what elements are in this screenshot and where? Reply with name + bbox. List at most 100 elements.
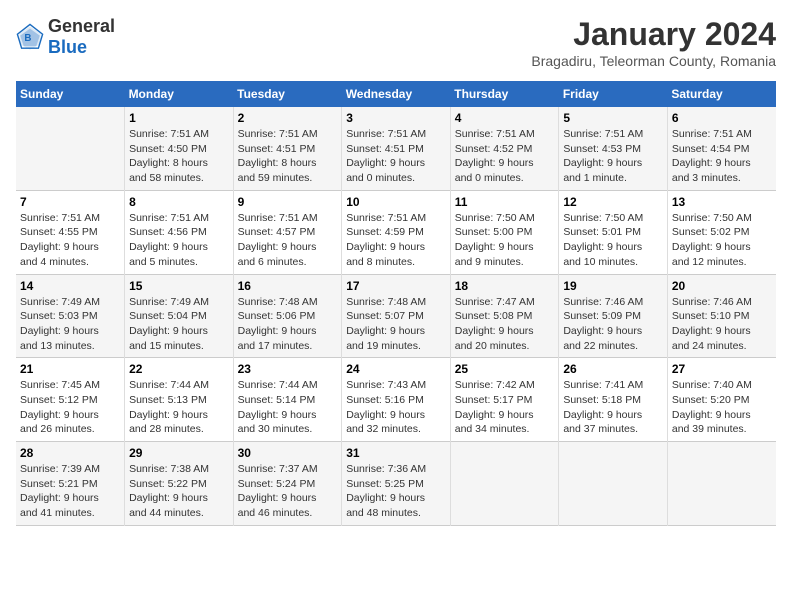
calendar-cell: 30Sunrise: 7:37 AMSunset: 5:24 PMDayligh… [233,442,342,526]
calendar-cell [16,107,125,190]
calendar-cell: 31 Sunrise: 7:36 AMSunset: 5:25 PMDayligh… [342,442,451,526]
day-info: Sunrise: 7:39 AMSunset: 5:21 PMDaylight:… [20,462,120,521]
calendar-cell: 15 Sunrise: 7:49 AMSunset: 5:04 PMDayligh… [125,274,234,358]
day-number: 7 [20,195,120,209]
day-number: 25 [455,362,555,376]
page-header: B General Blue January 2024 Bragadiru, T… [16,16,776,69]
calendar-cell: 19Sunrise: 7:46 AMSunset: 5:09 PMDayligh… [559,274,668,358]
week-row-4: 21Sunrise: 7:45 AMSunset: 5:12 PMDayligh… [16,358,776,442]
weekday-header-thursday: Thursday [450,81,559,107]
calendar-cell: 9 Sunrise: 7:51 AMSunset: 4:57 PMDaylight… [233,190,342,274]
weekday-header-monday: Monday [125,81,234,107]
calendar-cell [450,442,559,526]
weekday-header-saturday: Saturday [667,81,776,107]
day-info: Sunrise: 7:51 AMSunset: 4:55 PMDaylight:… [20,211,120,270]
calendar-cell: 26 Sunrise: 7:41 AMSunset: 5:18 PMDayligh… [559,358,668,442]
day-info: Sunrise: 7:37 AMSunset: 5:24 PMDaylight:… [238,462,338,521]
subtitle: Bragadiru, Teleorman County, Romania [531,53,776,69]
weekday-header-row: SundayMondayTuesdayWednesdayThursdayFrid… [16,81,776,107]
calendar-cell: 23 Sunrise: 7:44 AMSunset: 5:14 PMDayligh… [233,358,342,442]
week-row-1: 1Sunrise: 7:51 AMSunset: 4:50 PMDaylight… [16,107,776,190]
calendar-cell: 17 Sunrise: 7:48 AMSunset: 5:07 PMDayligh… [342,274,451,358]
day-number: 20 [672,279,772,293]
day-info: Sunrise: 7:50 AMSunset: 5:01 PMDaylight:… [563,211,663,270]
main-title: January 2024 [531,16,776,53]
day-info: Sunrise: 7:36 AMSunset: 5:25 PMDaylight:… [346,462,446,521]
day-number: 12 [563,195,663,209]
day-number: 10 [346,195,446,209]
calendar-cell: 13 Sunrise: 7:50 AMSunset: 5:02 PMDayligh… [667,190,776,274]
calendar-cell: 1Sunrise: 7:51 AMSunset: 4:50 PMDaylight… [125,107,234,190]
svg-text:B: B [24,33,31,44]
day-info: Sunrise: 7:48 AMSunset: 5:07 PMDaylight:… [346,295,446,354]
weekday-header-tuesday: Tuesday [233,81,342,107]
day-number: 8 [129,195,229,209]
day-number: 24 [346,362,446,376]
calendar-cell: 25 Sunrise: 7:42 AMSunset: 5:17 PMDayligh… [450,358,559,442]
day-info: Sunrise: 7:42 AMSunset: 5:17 PMDaylight:… [455,378,555,437]
calendar-cell: 2 Sunrise: 7:51 AMSunset: 4:51 PMDaylight… [233,107,342,190]
day-info: Sunrise: 7:48 AMSunset: 5:06 PMDaylight:… [238,295,338,354]
title-area: January 2024 Bragadiru, Teleorman County… [531,16,776,69]
day-number: 5 [563,111,663,125]
day-info: Sunrise: 7:49 AMSunset: 5:04 PMDaylight:… [129,295,229,354]
day-info: Sunrise: 7:49 AMSunset: 5:03 PMDaylight:… [20,295,120,354]
weekday-header-wednesday: Wednesday [342,81,451,107]
calendar-cell: 10 Sunrise: 7:51 AMSunset: 4:59 PMDayligh… [342,190,451,274]
day-number: 19 [563,279,663,293]
day-number: 14 [20,279,120,293]
logo: B General Blue [16,16,115,58]
day-number: 15 [129,279,229,293]
day-info: Sunrise: 7:51 AMSunset: 4:51 PMDaylight:… [238,127,338,186]
weekday-header-friday: Friday [559,81,668,107]
calendar-cell: 12 Sunrise: 7:50 AMSunset: 5:01 PMDayligh… [559,190,668,274]
day-info: Sunrise: 7:47 AMSunset: 5:08 PMDaylight:… [455,295,555,354]
day-info: Sunrise: 7:50 AMSunset: 5:02 PMDaylight:… [672,211,772,270]
calendar-cell: 8Sunrise: 7:51 AMSunset: 4:56 PMDaylight… [125,190,234,274]
day-number: 21 [20,362,120,376]
day-number: 26 [563,362,663,376]
day-number: 22 [129,362,229,376]
day-info: Sunrise: 7:40 AMSunset: 5:20 PMDaylight:… [672,378,772,437]
calendar-cell: 6Sunrise: 7:51 AMSunset: 4:54 PMDaylight… [667,107,776,190]
calendar-cell: 18 Sunrise: 7:47 AMSunset: 5:08 PMDayligh… [450,274,559,358]
calendar-cell: 4Sunrise: 7:51 AMSunset: 4:52 PMDaylight… [450,107,559,190]
day-number: 6 [672,111,772,125]
calendar-table: SundayMondayTuesdayWednesdayThursdayFrid… [16,81,776,526]
day-info: Sunrise: 7:38 AMSunset: 5:22 PMDaylight:… [129,462,229,521]
calendar-cell [667,442,776,526]
day-number: 29 [129,446,229,460]
calendar-cell: 22 Sunrise: 7:44 AMSunset: 5:13 PMDayligh… [125,358,234,442]
day-number: 17 [346,279,446,293]
day-info: Sunrise: 7:51 AMSunset: 4:53 PMDaylight:… [563,127,663,186]
day-info: Sunrise: 7:44 AMSunset: 5:14 PMDaylight:… [238,378,338,437]
day-number: 31 [346,446,446,460]
day-number: 4 [455,111,555,125]
day-info: Sunrise: 7:46 AMSunset: 5:10 PMDaylight:… [672,295,772,354]
day-info: Sunrise: 7:51 AMSunset: 4:51 PMDaylight:… [346,127,446,186]
logo-icon: B [16,23,44,51]
day-number: 11 [455,195,555,209]
week-row-2: 7 Sunrise: 7:51 AMSunset: 4:55 PMDaylight… [16,190,776,274]
calendar-cell [559,442,668,526]
day-info: Sunrise: 7:51 AMSunset: 4:57 PMDaylight:… [238,211,338,270]
day-number: 16 [238,279,338,293]
calendar-cell: 7 Sunrise: 7:51 AMSunset: 4:55 PMDaylight… [16,190,125,274]
calendar-cell: 27Sunrise: 7:40 AMSunset: 5:20 PMDayligh… [667,358,776,442]
day-info: Sunrise: 7:51 AMSunset: 4:59 PMDaylight:… [346,211,446,270]
day-number: 18 [455,279,555,293]
week-row-5: 28Sunrise: 7:39 AMSunset: 5:21 PMDayligh… [16,442,776,526]
day-number: 2 [238,111,338,125]
day-info: Sunrise: 7:41 AMSunset: 5:18 PMDaylight:… [563,378,663,437]
day-number: 3 [346,111,446,125]
day-number: 23 [238,362,338,376]
day-number: 9 [238,195,338,209]
day-number: 13 [672,195,772,209]
calendar-cell: 16 Sunrise: 7:48 AMSunset: 5:06 PMDayligh… [233,274,342,358]
day-info: Sunrise: 7:44 AMSunset: 5:13 PMDaylight:… [129,378,229,437]
logo-text-blue: Blue [48,37,87,57]
weekday-header-sunday: Sunday [16,81,125,107]
calendar-cell: 21Sunrise: 7:45 AMSunset: 5:12 PMDayligh… [16,358,125,442]
calendar-cell: 28Sunrise: 7:39 AMSunset: 5:21 PMDayligh… [16,442,125,526]
calendar-cell: 5 Sunrise: 7:51 AMSunset: 4:53 PMDaylight… [559,107,668,190]
